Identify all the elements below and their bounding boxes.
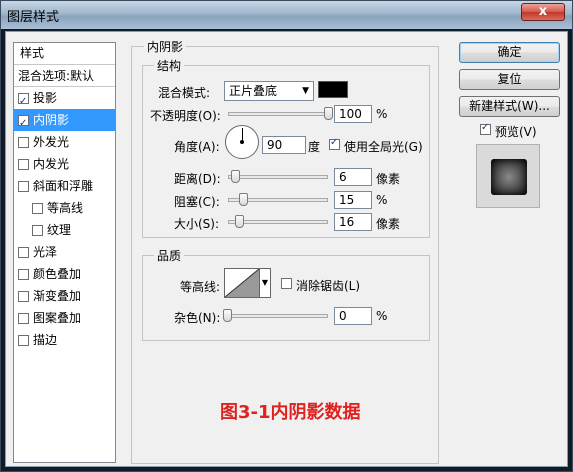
opacity-input[interactable]: 100 xyxy=(334,105,372,123)
style-item-checkbox[interactable] xyxy=(32,202,43,214)
style-item-label: 外发光 xyxy=(33,135,70,149)
style-item-checkbox[interactable] xyxy=(18,290,29,302)
angle-dial[interactable] xyxy=(225,125,259,159)
preview-checkbox[interactable] xyxy=(480,122,491,135)
noise-slider-track[interactable] xyxy=(228,314,328,318)
style-item-label: 内发光 xyxy=(33,157,70,171)
style-item[interactable]: 渐变叠加 xyxy=(14,285,115,307)
style-item-label: 投影 xyxy=(33,91,58,105)
angle-input[interactable]: 90 xyxy=(262,136,306,154)
distance-slider-thumb[interactable] xyxy=(231,170,240,183)
style-item-checkbox[interactable] xyxy=(18,268,29,280)
contour-picker[interactable] xyxy=(224,268,260,298)
dialog-body: 样式 混合选项:默认 投影内阴影外发光内发光斜面和浮雕等高线纹理光泽颜色叠加渐变… xyxy=(5,31,568,467)
style-item-checkbox[interactable] xyxy=(32,224,43,236)
close-button[interactable]: x xyxy=(521,3,565,21)
style-item-label: 颜色叠加 xyxy=(33,267,82,281)
style-preview-thumbnail xyxy=(476,144,540,208)
size-slider-thumb[interactable] xyxy=(235,215,244,228)
style-item-checkbox[interactable] xyxy=(18,136,29,148)
noise-unit: % xyxy=(376,309,388,323)
style-item-checkbox[interactable] xyxy=(18,158,29,170)
style-item-label: 内阴影 xyxy=(33,113,70,127)
global-light-label: 使用全局光(G) xyxy=(344,140,423,154)
style-item-label: 描边 xyxy=(33,333,58,347)
style-item-checkbox[interactable] xyxy=(18,246,29,258)
noise-input[interactable]: 0 xyxy=(334,307,372,325)
size-label: 大小(S): xyxy=(174,217,220,231)
style-item-checkbox[interactable] xyxy=(18,113,29,135)
style-item-checkbox[interactable] xyxy=(18,91,29,113)
style-item-label: 渐变叠加 xyxy=(33,289,82,303)
choke-slider-thumb[interactable] xyxy=(239,193,248,206)
window-title: 图层样式 xyxy=(7,10,60,25)
distance-unit: 像素 xyxy=(376,172,401,186)
styles-list-header[interactable]: 样式 xyxy=(14,43,115,65)
style-item-checkbox[interactable] xyxy=(18,180,29,192)
ok-button[interactable]: 确定 xyxy=(459,42,560,63)
style-item[interactable]: 描边 xyxy=(14,329,115,351)
style-item[interactable]: 内阴影 xyxy=(14,109,115,135)
new-style-button[interactable]: 新建样式(W)... xyxy=(459,96,560,117)
style-item-label: 纹理 xyxy=(47,223,72,237)
reset-button[interactable]: 复位 xyxy=(459,69,560,90)
choke-label: 阻塞(C): xyxy=(174,195,220,209)
distance-slider-track[interactable] xyxy=(228,175,328,179)
size-unit: 像素 xyxy=(376,217,401,231)
style-item[interactable]: 图案叠加 xyxy=(14,307,115,329)
contour-curve-icon xyxy=(225,269,259,297)
distance-input[interactable]: 6 xyxy=(334,168,372,186)
chevron-down-icon: ▼ xyxy=(302,86,309,96)
quality-group xyxy=(142,255,430,341)
global-light-checkbox[interactable] xyxy=(329,137,340,150)
style-item[interactable]: 外发光 xyxy=(14,131,115,153)
anti-alias-label: 消除锯齿(L) xyxy=(296,279,361,293)
blend-mode-dropdown[interactable]: 正片叠底 ▼ xyxy=(224,81,314,101)
figure-caption: 图3-1内阴影数据 xyxy=(220,402,361,423)
angle-label: 角度(A): xyxy=(174,140,220,154)
inner-shadow-section-title: 内阴影 xyxy=(144,38,187,55)
blend-mode-value: 正片叠底 xyxy=(229,84,278,98)
style-item[interactable]: 纹理 xyxy=(14,219,115,241)
distance-label: 距离(D): xyxy=(174,172,221,186)
shadow-color-swatch[interactable] xyxy=(318,81,348,98)
layer-style-dialog: 图层样式 x 样式 混合选项:默认 投影内阴影外发光内发光斜面和浮雕等高线纹理光… xyxy=(0,0,573,472)
size-input[interactable]: 16 xyxy=(334,213,372,231)
opacity-slider-thumb[interactable] xyxy=(324,107,333,120)
style-item-checkbox[interactable] xyxy=(18,334,29,346)
style-item[interactable]: 斜面和浮雕 xyxy=(14,175,115,197)
structure-title: 结构 xyxy=(154,57,185,74)
style-item-label: 斜面和浮雕 xyxy=(33,179,94,193)
contour-dropdown-arrow-icon[interactable]: ▼ xyxy=(259,268,271,298)
style-item[interactable]: 等高线 xyxy=(14,197,115,219)
styles-list: 样式 混合选项:默认 投影内阴影外发光内发光斜面和浮雕等高线纹理光泽颜色叠加渐变… xyxy=(13,42,116,463)
style-item-label: 光泽 xyxy=(33,245,58,259)
blend-options-item[interactable]: 混合选项:默认 xyxy=(14,65,115,87)
noise-slider-thumb[interactable] xyxy=(223,309,232,322)
contour-label: 等高线: xyxy=(180,280,221,294)
blend-mode-label: 混合模式: xyxy=(158,86,211,100)
style-item-label: 等高线 xyxy=(47,201,84,215)
style-item[interactable]: 投影 xyxy=(14,87,115,113)
style-item[interactable]: 内发光 xyxy=(14,153,115,175)
style-item-label: 图案叠加 xyxy=(33,311,82,325)
choke-input[interactable]: 15 xyxy=(334,191,372,209)
style-item-checkbox[interactable] xyxy=(18,312,29,324)
anti-alias-checkbox[interactable] xyxy=(281,278,292,289)
noise-label: 杂色(N): xyxy=(174,311,221,325)
preview-label: 预览(V) xyxy=(495,125,537,139)
style-item[interactable]: 光泽 xyxy=(14,241,115,263)
angle-unit: 度 xyxy=(308,140,321,154)
title-bar: 图层样式 x xyxy=(1,1,572,29)
opacity-label: 不透明度(O): xyxy=(150,109,221,123)
style-item[interactable]: 颜色叠加 xyxy=(14,263,115,285)
quality-title: 品质 xyxy=(154,247,185,264)
opacity-unit: % xyxy=(376,107,388,121)
opacity-slider-track[interactable] xyxy=(228,112,328,116)
choke-unit: % xyxy=(376,193,388,207)
